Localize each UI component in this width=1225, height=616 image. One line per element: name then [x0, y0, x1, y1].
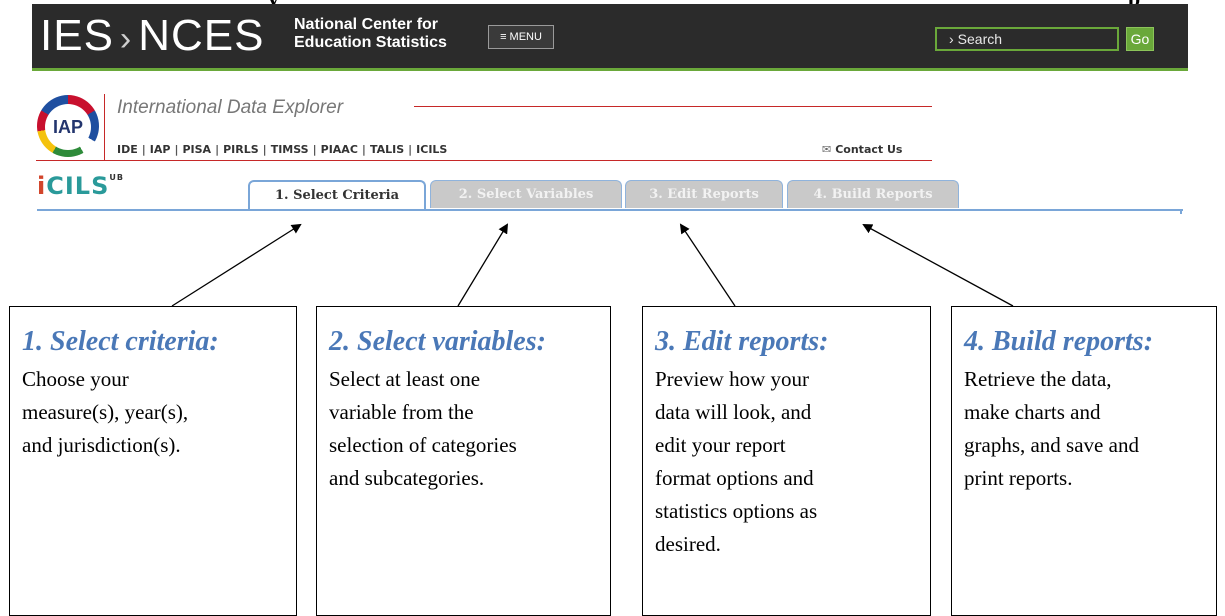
step-3-line: desired. [655, 532, 721, 556]
step-2-line: variable from the [329, 400, 474, 424]
step-1-line: and jurisdiction(s). [22, 433, 181, 457]
step-2-text: Select at least one variable from the se… [329, 363, 610, 495]
step-2-line: and subcategories. [329, 466, 485, 490]
arrow-to-tab-1 [171, 223, 302, 307]
arrow-to-tab-3 [679, 223, 736, 307]
step-4-title: 4. Build reports: [964, 326, 1154, 357]
step-4-line: Retrieve the data, [964, 367, 1112, 391]
step-3-line: edit your report [655, 433, 786, 457]
step-1-line: Choose your [22, 367, 129, 391]
step-2-title: 2. Select variables: [329, 326, 546, 357]
step-4-line: make charts and [964, 400, 1101, 424]
arrow-to-tab-4 [862, 224, 1014, 307]
step-2-line: Select at least one [329, 367, 481, 391]
step-2-description: 2. Select variables: Select at least one… [316, 306, 611, 616]
step-3-line: data will look, and [655, 400, 812, 424]
step-3-line: Preview how your [655, 367, 809, 391]
step-4-line: graphs, and save and [964, 433, 1139, 457]
step-1-title: 1. Select criteria: [22, 326, 219, 357]
step-3-title: 3. Edit reports: [655, 326, 829, 357]
step-3-description: 3. Edit reports: Preview how your data w… [642, 306, 931, 616]
arrow-to-tab-2 [457, 223, 509, 307]
step-2-line: selection of categories [329, 433, 517, 457]
step-3-line: statistics options as [655, 499, 818, 523]
step-1-description: 1. Select criteria: Choose your measure(… [9, 306, 297, 616]
step-1-line: measure(s), year(s), [22, 400, 189, 424]
step-3-text: Preview how your data will look, and edi… [655, 363, 930, 561]
step-1-text: Choose your measure(s), year(s), and jur… [22, 363, 296, 462]
step-4-text: Retrieve the data, make charts and graph… [964, 363, 1216, 495]
step-3-line: format options and [655, 466, 814, 490]
step-4-description: 4. Build reports: Retrieve the data, mak… [951, 306, 1217, 616]
step-4-line: print reports. [964, 466, 1073, 490]
